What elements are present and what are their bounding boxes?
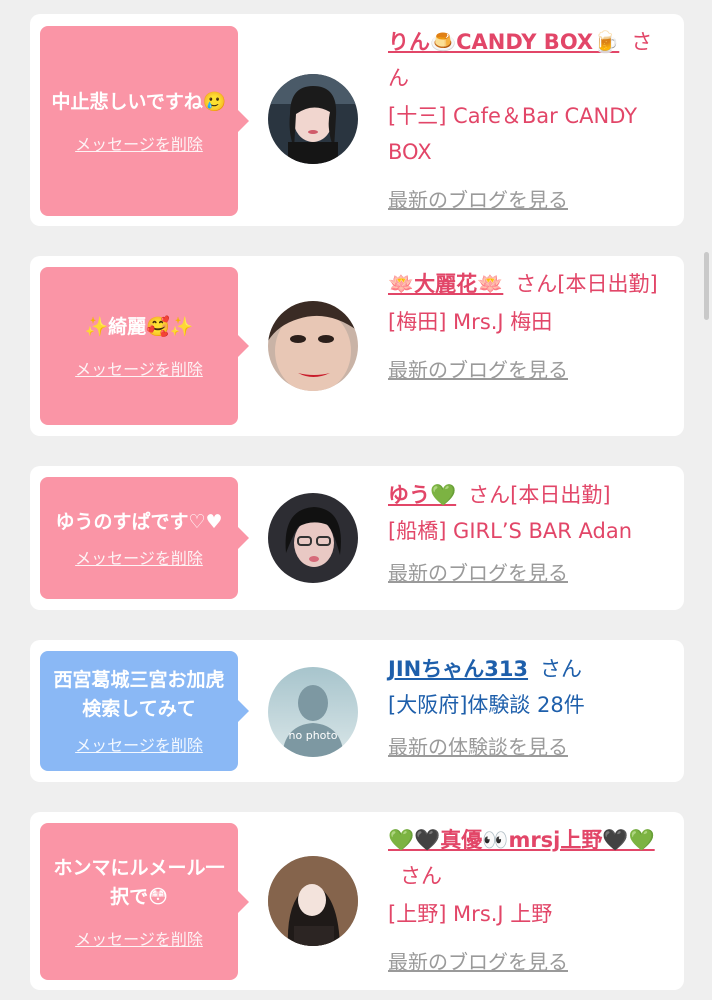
message-bubble: ✨綺麗🥰✨ メッセージを削除 xyxy=(40,267,249,425)
delete-message-link[interactable]: メッセージを削除 xyxy=(75,545,203,569)
sender-name-link[interactable]: ゆう💚 xyxy=(388,483,456,507)
honorific: さん[本日出勤] xyxy=(515,272,658,296)
shop-name: [梅田] Mrs.J 梅田 xyxy=(388,310,553,334)
message-bubble: 中止悲しいですね🥲 メッセージを削除 xyxy=(40,26,249,216)
bubble-message-text: 中止悲しいですね🥲 xyxy=(51,90,227,113)
latest-blog-link[interactable]: 最新のブログを見る xyxy=(388,352,673,388)
shop-name: [大阪府]体験談 28件 xyxy=(388,693,585,717)
message-bubble: ホンマにルメール一択で😳 メッセージを削除 xyxy=(40,823,249,980)
sender-name-link[interactable]: JINちゃん313 xyxy=(388,657,528,681)
sender-info: りん🍮CANDY BOX🍺 さん [十三] Cafe＆Bar CANDY BOX … xyxy=(388,24,673,218)
sender-info: 🪷大麗花🪷 さん[本日出勤] [梅田] Mrs.J 梅田 最新のブログを見る xyxy=(388,266,673,388)
bubble-message-text: 西宮葛城三宮お加虎検索してみて xyxy=(53,669,225,720)
sender-name-link[interactable]: りん🍮CANDY BOX🍺 xyxy=(388,30,619,54)
message-bubble: 西宮葛城三宮お加虎検索してみて メッセージを削除 xyxy=(40,651,249,771)
bubble-message-text: ホンマにルメール一択で😳 xyxy=(53,856,225,908)
latest-review-link[interactable]: 最新の体験談を見る xyxy=(388,729,673,765)
message-bubble: ゆうのすぱです♡♥ メッセージを削除 xyxy=(40,477,249,599)
sender-info: 💚🖤真優👀mrsj上野🖤💚 さん [上野] Mrs.J 上野 最新のブログを見る xyxy=(388,822,673,980)
honorific: さん xyxy=(540,657,583,681)
sender-info: ゆう💚 さん[本日出勤] [船橋] GIRL’S BAR Adan 最新のブログを… xyxy=(388,477,673,591)
sender-info: JINちゃん313 さん [大阪府]体験談 28件 最新の体験談を見る xyxy=(388,651,673,765)
avatar[interactable] xyxy=(268,74,358,164)
shop-name: [上野] Mrs.J 上野 xyxy=(388,902,553,926)
delete-message-link[interactable]: メッセージを削除 xyxy=(75,131,203,155)
message-card: ✨綺麗🥰✨ メッセージを削除 🪷大麗花🪷 さん[本日出勤] [梅田] Mrs.J … xyxy=(30,256,684,436)
message-card: ゆうのすぱです♡♥ メッセージを削除 ゆう💚 さん[本日出勤] [船橋] GIRL… xyxy=(30,466,684,610)
avatar[interactable] xyxy=(268,493,358,583)
sender-name-link[interactable]: 🪷大麗花🪷 xyxy=(388,272,503,296)
bubble-message-text: ゆうのすぱです♡♥ xyxy=(55,510,223,533)
honorific: さん xyxy=(400,864,442,888)
message-card: 中止悲しいですね🥲 メッセージを削除 りん🍮CANDY BOX🍺 さん [十三] … xyxy=(30,14,684,226)
avatar[interactable]: no photo xyxy=(268,667,358,757)
latest-blog-link[interactable]: 最新のブログを見る xyxy=(388,182,673,218)
bubble-message-text: ✨綺麗🥰✨ xyxy=(84,315,194,338)
avatar[interactable] xyxy=(268,301,358,391)
scrollbar[interactable] xyxy=(704,252,709,320)
shop-name: [船橋] GIRL’S BAR Adan xyxy=(388,519,633,543)
avatar[interactable] xyxy=(268,856,358,946)
no-photo-text: no photo xyxy=(289,729,338,742)
sender-name-link[interactable]: 💚🖤真優👀mrsj上野🖤💚 xyxy=(388,828,655,852)
latest-blog-link[interactable]: 最新のブログを見る xyxy=(388,555,673,591)
latest-blog-link[interactable]: 最新のブログを見る xyxy=(388,944,673,980)
shop-name: [十三] Cafe＆Bar CANDY BOX xyxy=(388,104,638,164)
honorific: さん[本日出勤] xyxy=(468,483,611,507)
message-card: 西宮葛城三宮お加虎検索してみて メッセージを削除 no photo JINちゃん… xyxy=(30,640,684,782)
delete-message-link[interactable]: メッセージを削除 xyxy=(75,926,203,950)
message-card: ホンマにルメール一択で😳 メッセージを削除 💚🖤真優👀mrsj上野🖤💚 さん [上… xyxy=(30,812,684,990)
delete-message-link[interactable]: メッセージを削除 xyxy=(75,356,203,380)
delete-message-link[interactable]: メッセージを削除 xyxy=(75,732,203,756)
